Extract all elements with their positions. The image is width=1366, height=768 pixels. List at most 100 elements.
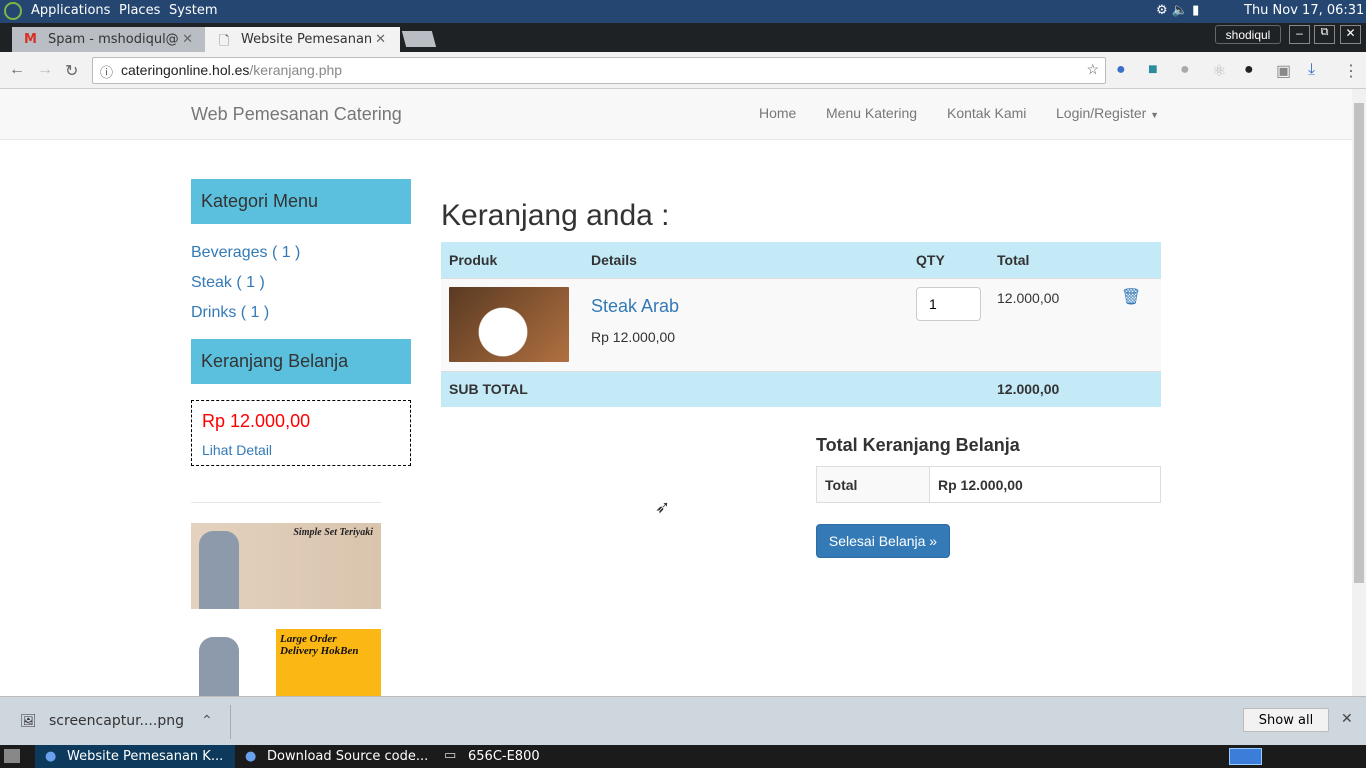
nav-login-register[interactable]: Login/Register ▼ [1056, 105, 1159, 121]
item-total: 12.000,00 [997, 289, 1060, 306]
scrollbar-thumb[interactable] [1354, 103, 1364, 583]
table-row: Steak Arab Rp 12.000,00 12.000,00 🗑 [441, 278, 1161, 371]
clock[interactable]: Thu Nov 17, 06:31 [1244, 3, 1364, 18]
product-name-link[interactable]: Steak Arab [591, 296, 916, 317]
category-beverages[interactable]: Beverages ( 1 ) [191, 244, 300, 262]
task-download-source[interactable]: ● Download Source code... [235, 745, 435, 768]
subtotal-row: SUB TOTAL 12.000,00 [441, 371, 1161, 407]
url-host: cateringonline.hol.es [121, 62, 250, 78]
site-brand[interactable]: Web Pemesanan Catering [191, 104, 402, 125]
cart-panel-title: Keranjang Belanja [191, 339, 411, 384]
header-produk: Produk [449, 251, 498, 268]
nav-kontak-kami[interactable]: Kontak Kami [947, 105, 1026, 121]
browser-menu-icon[interactable]: ⋮ [1343, 61, 1359, 81]
url-path: /keranjang.php [249, 62, 343, 78]
tray-icons[interactable]: ⚙ 🔈 ▮ [1156, 3, 1199, 18]
ad-person-image [199, 531, 239, 609]
chevron-up-icon[interactable]: ⌃ [201, 712, 213, 729]
show-all-button[interactable]: Show all [1243, 708, 1329, 732]
page-icon: 🗋 [219, 34, 230, 49]
tab-label: Website Pemesanan [241, 32, 373, 47]
extension-download-icon[interactable]: ⤓ [1308, 61, 1315, 79]
chrome-icon: ● [45, 749, 57, 764]
summary-label: Total [816, 466, 930, 503]
gmail-icon: M [24, 32, 37, 47]
tab-strip: M Spam - mshodiqul@ ✕ 🗋 Website Pemesanan… [0, 23, 1366, 52]
mouse-cursor-icon: ➶ [655, 497, 671, 517]
task-website-pemesanan[interactable]: ● Website Pemesanan K... [35, 745, 235, 768]
tab-gmail[interactable]: M Spam - mshodiqul@ ✕ [12, 27, 207, 52]
category-drinks[interactable]: Drinks ( 1 ) [191, 304, 269, 322]
back-icon[interactable]: ← [9, 61, 25, 79]
info-icon: ⓘ [100, 65, 114, 80]
header-total: Total [997, 251, 1030, 268]
bookmark-star-icon[interactable]: ☆ [1086, 61, 1099, 78]
extension-atom-icon[interactable]: ⚛ [1212, 61, 1226, 81]
nav-login-label: Login/Register [1056, 105, 1147, 121]
workspace-switcher[interactable] [1229, 748, 1262, 765]
extension-c-icon[interactable]: ■ [1148, 61, 1158, 79]
nav-home[interactable]: Home [759, 105, 796, 121]
product-price: Rp 12.000,00 [591, 328, 676, 345]
cart-title: Keranjang anda : [441, 199, 670, 232]
page-scrollbar[interactable] [1352, 89, 1366, 696]
extension-panda-icon[interactable]: ● [1244, 61, 1254, 79]
tab-website[interactable]: 🗋 Website Pemesanan ✕ [205, 27, 400, 52]
window-icon: ▭ [444, 748, 457, 763]
ad-person-image [199, 637, 239, 696]
profile-button[interactable]: shodiqul [1215, 25, 1281, 44]
task-label: Download Source code... [267, 749, 429, 764]
download-item[interactable]: screencaptur....png [49, 713, 184, 729]
close-tab-icon[interactable]: ✕ [182, 32, 193, 47]
address-bar[interactable]: ⓘ cateringonline.hol.es/keranjang.php ☆ [92, 57, 1106, 84]
kategori-panel-title: Kategori Menu [191, 179, 411, 224]
close-window-button[interactable]: ✕ [1340, 25, 1361, 44]
cart-table: Produk Details QTY Total Steak Arab Rp 1… [441, 242, 1161, 407]
subtotal-label: SUB TOTAL [449, 381, 528, 398]
show-desktop-icon[interactable] [4, 749, 20, 763]
chrome-icon: ● [245, 749, 257, 764]
header-details: Details [591, 251, 637, 268]
minimize-button[interactable]: – [1289, 25, 1310, 44]
close-shelf-icon[interactable]: ✕ [1341, 710, 1353, 727]
ad-banner-teriyaki[interactable]: Simple Set Teriyaki [191, 523, 381, 609]
qty-input[interactable] [916, 286, 981, 321]
task-656c[interactable]: ▭ 656C-E800 [436, 745, 596, 768]
product-image[interactable] [449, 286, 569, 362]
tab-label: Spam - mshodiqul@ [48, 32, 179, 47]
divider [230, 705, 231, 739]
forward-icon[interactable]: → [37, 61, 53, 79]
ad-title: Simple Set Teriyaki [293, 527, 373, 538]
taskbar: ● Website Pemesanan K... ● Download Source… [0, 745, 1366, 768]
menu-applications[interactable]: Applications [31, 3, 110, 18]
summary-value: Rp 12.000,00 [938, 476, 1023, 493]
download-shelf: 🖼 screencaptur....png ⌃ Show all ✕ [0, 696, 1366, 745]
reload-icon[interactable]: ↻ [65, 61, 78, 81]
ad-title: Large Order Delivery HokBen [276, 629, 381, 696]
close-tab-icon[interactable]: ✕ [375, 32, 386, 47]
selesai-belanja-button[interactable]: Selesai Belanja » [816, 524, 950, 558]
ad-banner-large-order[interactable]: Large Order Delivery HokBen [191, 629, 381, 696]
divider [191, 502, 381, 503]
extension-palette-icon[interactable]: ● [1180, 61, 1190, 79]
lihat-detail-link[interactable]: Lihat Detail [202, 442, 400, 458]
subtotal-value: 12.000,00 [997, 381, 1060, 398]
task-label: Website Pemesanan K... [67, 749, 224, 764]
extension-camera-icon[interactable]: ▣ [1276, 61, 1291, 81]
distro-logo-icon [4, 2, 22, 20]
nav-menu-katering[interactable]: Menu Katering [826, 105, 917, 121]
image-file-icon: 🖼 [20, 713, 37, 728]
cart-summary-box: Rp 12.000,00 Lihat Detail [191, 400, 411, 466]
site-navbar: Web Pemesanan Catering Home Menu Katerin… [0, 89, 1352, 140]
summary-table: Total Rp 12.000,00 [816, 466, 1161, 503]
trash-icon[interactable]: 🗑 [1121, 278, 1161, 371]
restore-button[interactable]: ⧉ [1314, 25, 1335, 44]
menu-places[interactable]: Places [119, 3, 160, 18]
table-header: Produk Details QTY Total [441, 242, 1161, 278]
new-tab-button[interactable] [401, 31, 437, 47]
caret-down-icon: ▼ [1150, 110, 1160, 120]
category-steak[interactable]: Steak ( 1 ) [191, 274, 265, 292]
extension-globe-icon[interactable]: ● [1116, 61, 1126, 79]
menu-system[interactable]: System [169, 3, 217, 18]
system-top-bar: Applications Places System ⚙ 🔈 ▮ Thu Nov… [0, 0, 1366, 23]
